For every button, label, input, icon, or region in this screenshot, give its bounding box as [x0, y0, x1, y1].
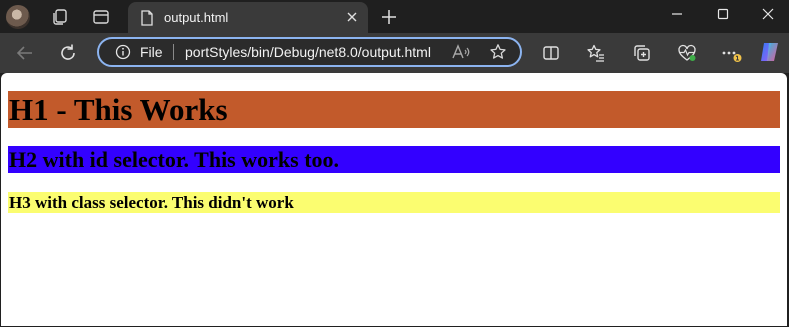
- browser-window: output.html File portStyles/bin/Debug/ne…: [0, 0, 789, 327]
- heading-h3: H3 with class selector. This didn't work: [8, 192, 780, 213]
- favorites-icon[interactable]: [586, 43, 606, 63]
- tab-output-html[interactable]: output.html: [128, 2, 368, 33]
- address-scheme-label: File: [140, 44, 163, 60]
- copilot-icon[interactable]: [758, 40, 782, 64]
- address-bar[interactable]: File portStyles/bin/Debug/net8.0/output.…: [97, 37, 522, 67]
- page-viewport: H1 - This Works H2 with id selector. Thi…: [1, 73, 787, 326]
- tab-actions-icon[interactable]: [92, 8, 110, 26]
- close-icon[interactable]: [344, 9, 360, 25]
- address-url[interactable]: portStyles/bin/Debug/net8.0/output.html: [185, 44, 431, 60]
- star-icon[interactable]: [489, 43, 507, 61]
- window-close-icon[interactable]: [745, 0, 789, 30]
- refresh-icon[interactable]: [58, 43, 78, 63]
- tab-strip: output.html: [0, 0, 789, 33]
- plus-icon[interactable]: [379, 7, 399, 27]
- heading-h2: H2 with id selector. This works too.: [8, 146, 780, 173]
- address-separator: [173, 44, 174, 60]
- maximize-icon[interactable]: [700, 0, 746, 30]
- navigation-toolbar: File portStyles/bin/Debug/net8.0/output.…: [0, 33, 789, 73]
- read-aloud-icon[interactable]: [451, 43, 471, 61]
- back-arrow-icon[interactable]: [15, 43, 35, 63]
- minimize-icon[interactable]: [654, 0, 700, 30]
- profile-avatar[interactable]: [6, 5, 30, 29]
- collections-icon[interactable]: [632, 43, 652, 63]
- heading-h1: H1 - This Works: [8, 91, 780, 128]
- more-dots-icon[interactable]: [721, 43, 742, 63]
- tab-title: output.html: [164, 10, 229, 25]
- heart-pulse-icon[interactable]: [677, 43, 697, 63]
- workspaces-icon[interactable]: [51, 8, 69, 26]
- split-screen-icon[interactable]: [541, 43, 561, 63]
- document-icon: [140, 10, 154, 26]
- info-icon[interactable]: [115, 44, 131, 60]
